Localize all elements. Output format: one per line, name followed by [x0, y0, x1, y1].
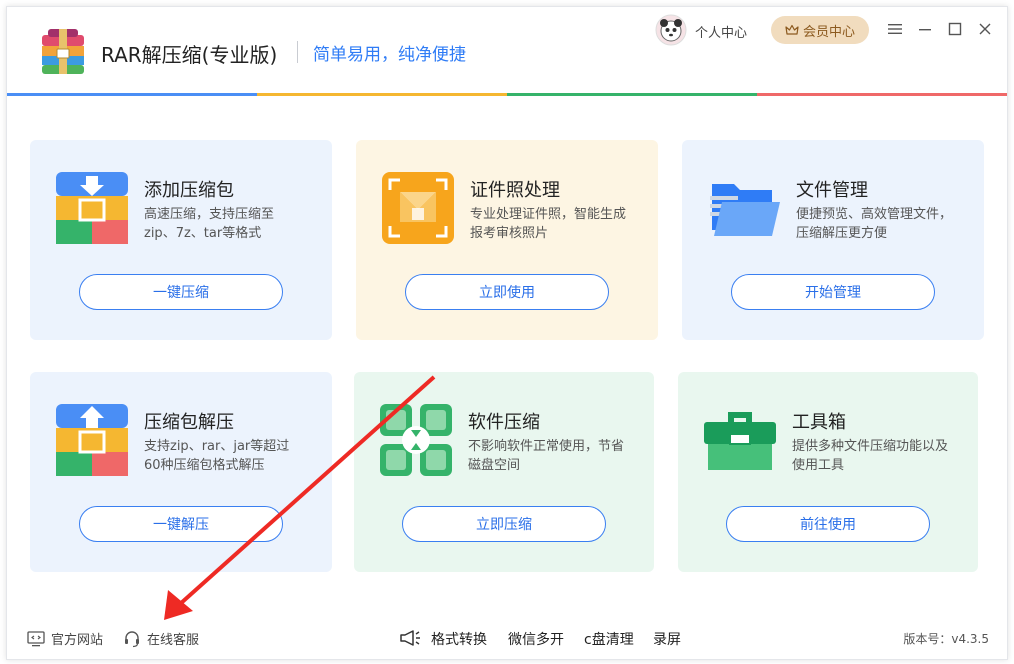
- card-title: 软件压缩: [468, 412, 540, 433]
- maximize-button[interactable]: [945, 19, 965, 39]
- menu-button[interactable]: [885, 19, 905, 39]
- color-bar-blue: [7, 93, 257, 96]
- header-color-bar: [7, 93, 1007, 96]
- user-center-link[interactable]: 个人中心: [695, 22, 747, 41]
- megaphone-icon: [400, 630, 420, 646]
- card-description: 支持zip、rar、jar等超过60种压缩包格式解压: [144, 439, 290, 473]
- card-description: 高速压缩，支持压缩至zip、7z、tar等格式: [144, 207, 275, 241]
- go-use-button[interactable]: 前往使用: [726, 506, 930, 542]
- compress-now-button[interactable]: 立即压缩: [402, 506, 606, 542]
- card-title: 工具箱: [792, 412, 846, 433]
- vip-center-button[interactable]: 会员中心: [771, 16, 869, 44]
- wechat-multi-open-link[interactable]: 微信多开: [508, 629, 564, 649]
- screen-record-link[interactable]: 录屏: [653, 629, 681, 649]
- card-file-manager: 文件管理 便捷预览、高效管理文件，压缩解压更方便 开始管理: [682, 140, 984, 340]
- card-description: 提供多种文件压缩功能以及使用工具: [792, 439, 949, 473]
- vip-center-label: 会员中心: [802, 24, 855, 40]
- title-bar: RAR解压缩(专业版) 简单易用，纯净便捷 个人中心 会员中心: [7, 7, 1007, 93]
- folder-icon: [710, 184, 780, 236]
- close-button[interactable]: [975, 19, 995, 39]
- card-title: 添加压缩包: [144, 180, 234, 201]
- color-bar-yellow: [257, 93, 507, 96]
- card-title: 压缩包解压: [144, 412, 234, 433]
- extract-archive-icon: [56, 404, 128, 476]
- crown-icon: [785, 24, 799, 35]
- compress-button[interactable]: 一键压缩: [79, 274, 283, 310]
- card-title: 证件照处理: [470, 180, 560, 201]
- online-support-label: 在线客服: [147, 633, 200, 648]
- format-convert-link[interactable]: 格式转换: [431, 629, 487, 649]
- card-description: 不影响软件正常使用，节省磁盘空间: [468, 439, 625, 473]
- app-window: RAR解压缩(专业版) 简单易用，纯净便捷 个人中心 会员中心 添加压缩包 高速…: [6, 6, 1008, 660]
- card-id-photo: 证件照处理 专业处理证件照，智能生成报考审核照片 立即使用: [356, 140, 658, 340]
- minimize-button[interactable]: [915, 19, 935, 39]
- online-support-link[interactable]: 在线客服: [123, 629, 199, 648]
- card-description: 便捷预览、高效管理文件，压缩解压更方便: [796, 207, 953, 241]
- monitor-icon: [27, 630, 45, 646]
- card-add-archive: 添加压缩包 高速压缩，支持压缩至zip、7z、tar等格式 一键压缩: [30, 140, 332, 340]
- card-software-compress: 软件压缩 不影响软件正常使用，节省磁盘空间 立即压缩: [354, 372, 654, 572]
- color-bar-green: [507, 93, 757, 96]
- minimize-icon: [919, 29, 931, 31]
- id-photo-icon: [382, 172, 454, 244]
- hamburger-icon: [888, 24, 902, 34]
- title-divider: [297, 41, 298, 63]
- version-label: 版本号：v4.3.5: [903, 632, 989, 646]
- card-toolbox: 工具箱 提供多种文件压缩功能以及使用工具 前往使用: [678, 372, 978, 572]
- color-bar-red: [757, 93, 1007, 96]
- maximize-icon: [948, 22, 962, 36]
- add-archive-icon: [56, 172, 128, 244]
- card-title: 文件管理: [796, 180, 868, 201]
- card-extract-archive: 压缩包解压 支持zip、rar、jar等超过60种压缩包格式解压 一键解压: [30, 372, 332, 572]
- official-website-link[interactable]: 官方网站: [27, 629, 103, 648]
- use-now-button[interactable]: 立即使用: [405, 274, 609, 310]
- headset-icon: [125, 630, 139, 647]
- extract-button[interactable]: 一键解压: [79, 506, 283, 542]
- footer-bar: 官方网站 在线客服 格式转换 微信多开 c盘清理 录屏 版本号：v4.3.5: [7, 622, 1007, 652]
- c-drive-clean-link[interactable]: c盘清理: [584, 629, 634, 649]
- app-title: RAR解压缩(专业版): [101, 43, 278, 67]
- software-compress-icon: [380, 404, 452, 476]
- app-logo-icon: [42, 29, 84, 74]
- toolbox-icon: [704, 412, 776, 470]
- card-description: 专业处理证件照，智能生成报考审核照片: [470, 207, 627, 241]
- close-icon: [979, 23, 991, 35]
- start-manage-button[interactable]: 开始管理: [731, 274, 935, 310]
- app-slogan: 简单易用，纯净便捷: [313, 45, 466, 65]
- user-avatar-icon[interactable]: [655, 14, 687, 46]
- official-website-label: 官方网站: [51, 633, 104, 648]
